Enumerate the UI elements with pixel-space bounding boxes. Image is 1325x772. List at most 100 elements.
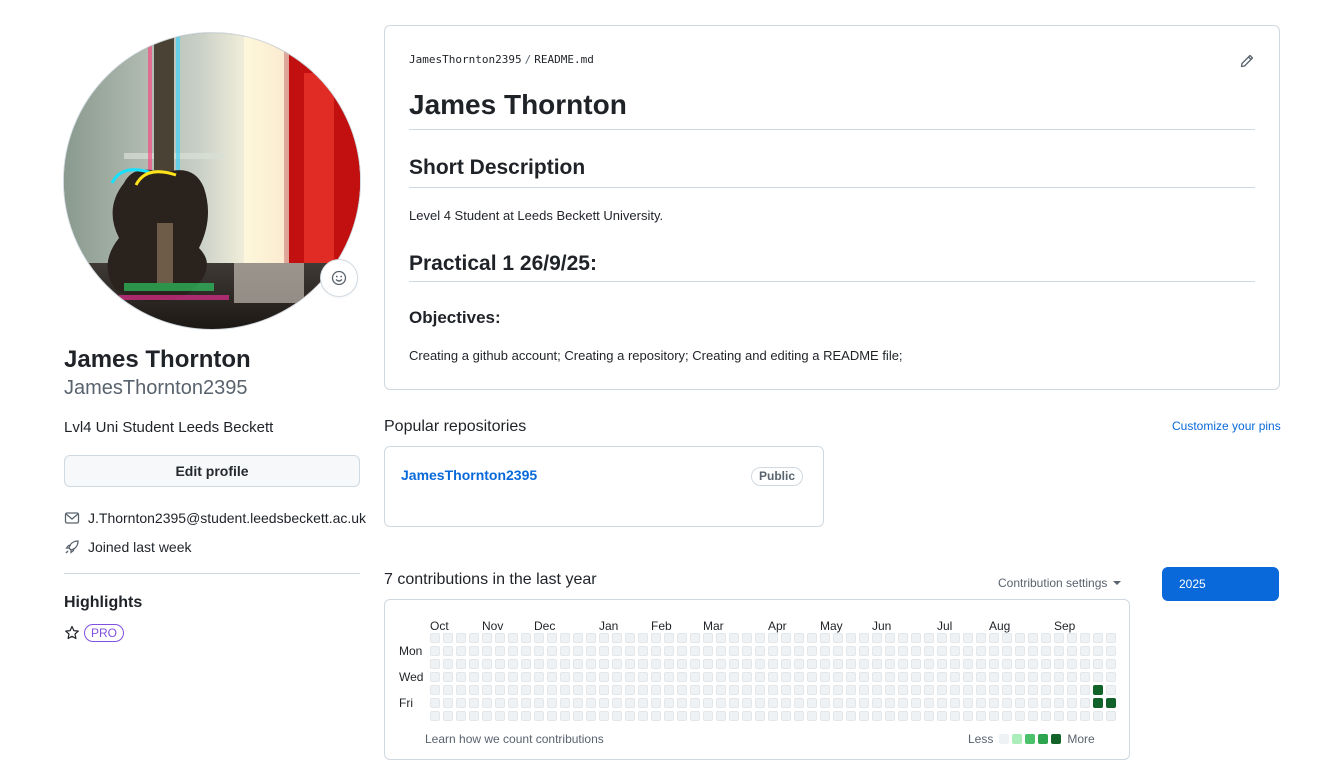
contribution-day-cell[interactable] [508,646,518,656]
contribution-day-cell[interactable] [573,711,583,721]
contribution-day-cell[interactable] [1041,633,1051,643]
contribution-day-cell[interactable] [833,672,843,682]
contribution-day-cell[interactable] [521,672,531,682]
contribution-day-cell[interactable] [625,698,635,708]
contribution-day-cell[interactable] [1067,685,1077,695]
contribution-day-cell[interactable] [1106,633,1116,643]
contribution-day-cell[interactable] [534,711,544,721]
contribution-day-cell[interactable] [820,633,830,643]
contribution-day-cell[interactable] [859,698,869,708]
contribution-day-cell[interactable] [716,698,726,708]
contribution-day-cell[interactable] [430,672,440,682]
contribution-day-cell[interactable] [586,698,596,708]
contribution-day-cell[interactable] [768,698,778,708]
contribution-day-cell[interactable] [612,633,622,643]
contribution-day-cell[interactable] [1015,685,1025,695]
contribution-day-cell[interactable] [1054,646,1064,656]
contribution-day-cell[interactable] [846,659,856,669]
contribution-day-cell[interactable] [560,672,570,682]
contribution-day-cell[interactable] [950,685,960,695]
contribution-day-cell[interactable] [1028,698,1038,708]
contribution-day-cell[interactable] [1054,698,1064,708]
profile-email-link[interactable]: J.Thornton2395@student.leedsbeckett.ac.u… [88,510,366,526]
contribution-day-cell[interactable] [781,711,791,721]
contribution-day-cell[interactable] [768,633,778,643]
contribution-day-cell[interactable] [885,646,895,656]
contribution-day-cell[interactable] [573,646,583,656]
contribution-day-cell[interactable] [729,646,739,656]
contribution-day-cell[interactable] [456,672,466,682]
contribution-day-cell[interactable] [560,633,570,643]
contribution-day-cell[interactable] [638,646,648,656]
contribution-day-cell[interactable] [664,711,674,721]
contribution-day-cell[interactable] [1067,659,1077,669]
contribution-day-cell[interactable] [612,685,622,695]
contribution-day-cell[interactable] [1080,672,1090,682]
contribution-day-cell[interactable] [781,685,791,695]
contribution-day-cell[interactable] [586,711,596,721]
contribution-day-cell[interactable] [885,659,895,669]
contribution-day-cell[interactable] [820,672,830,682]
contribution-day-cell[interactable] [495,646,505,656]
contribution-day-cell[interactable] [443,711,453,721]
contribution-day-cell[interactable] [963,672,973,682]
contribution-day-cell[interactable] [898,633,908,643]
contribution-day-cell[interactable] [482,672,492,682]
contribution-day-cell[interactable] [885,685,895,695]
contribution-day-cell[interactable] [885,698,895,708]
contribution-day-cell[interactable] [677,633,687,643]
contribution-day-cell[interactable] [430,659,440,669]
contribution-day-cell[interactable] [872,685,882,695]
contribution-day-cell[interactable] [599,633,609,643]
contribution-day-cell[interactable] [547,698,557,708]
contribution-day-cell[interactable] [794,672,804,682]
contribution-day-cell[interactable] [898,711,908,721]
contribution-day-cell[interactable] [443,633,453,643]
learn-contributions-link[interactable]: Learn how we count contributions [425,732,604,746]
contribution-day-cell[interactable] [950,672,960,682]
contribution-day-cell[interactable] [1028,659,1038,669]
contribution-day-cell[interactable] [1054,659,1064,669]
contribution-day-cell[interactable] [638,659,648,669]
contribution-day-cell[interactable] [794,659,804,669]
contribution-day-cell[interactable] [859,711,869,721]
contribution-day-cell[interactable] [469,685,479,695]
contribution-day-cell[interactable] [781,659,791,669]
contribution-day-cell[interactable] [742,685,752,695]
contribution-day-cell[interactable] [690,659,700,669]
contribution-day-cell[interactable] [521,646,531,656]
contribution-day-cell[interactable] [1041,711,1051,721]
contribution-day-cell[interactable] [885,711,895,721]
contribution-day-cell[interactable] [872,633,882,643]
contribution-day-cell[interactable] [534,698,544,708]
contribution-day-cell[interactable] [599,698,609,708]
contribution-day-cell[interactable] [911,698,921,708]
contribution-day-cell[interactable] [846,711,856,721]
contribution-day-cell[interactable] [807,685,817,695]
contribution-day-cell[interactable] [547,633,557,643]
contribution-day-cell[interactable] [820,698,830,708]
contribution-day-cell[interactable] [716,646,726,656]
contribution-day-cell[interactable] [794,685,804,695]
contribution-day-cell[interactable] [794,698,804,708]
contribution-day-cell[interactable] [963,659,973,669]
contribution-day-cell[interactable] [1093,646,1103,656]
contribution-day-cell[interactable] [1093,659,1103,669]
contribution-day-cell[interactable] [742,646,752,656]
contribution-day-cell[interactable] [963,685,973,695]
contribution-day-cell[interactable] [690,711,700,721]
contribution-day-cell[interactable] [950,659,960,669]
contribution-day-cell[interactable] [1067,672,1077,682]
contribution-day-cell[interactable] [1028,672,1038,682]
contribution-day-cell[interactable] [612,672,622,682]
contribution-day-cell[interactable] [521,633,531,643]
contribution-day-cell[interactable] [898,672,908,682]
contribution-day-cell[interactable] [469,646,479,656]
contribution-day-cell[interactable] [651,672,661,682]
contribution-day-cell[interactable] [690,685,700,695]
contribution-day-cell[interactable] [495,659,505,669]
contribution-day-cell[interactable] [950,698,960,708]
contribution-day-cell[interactable] [573,698,583,708]
contribution-day-cell[interactable] [924,685,934,695]
contribution-day-cell[interactable] [911,633,921,643]
